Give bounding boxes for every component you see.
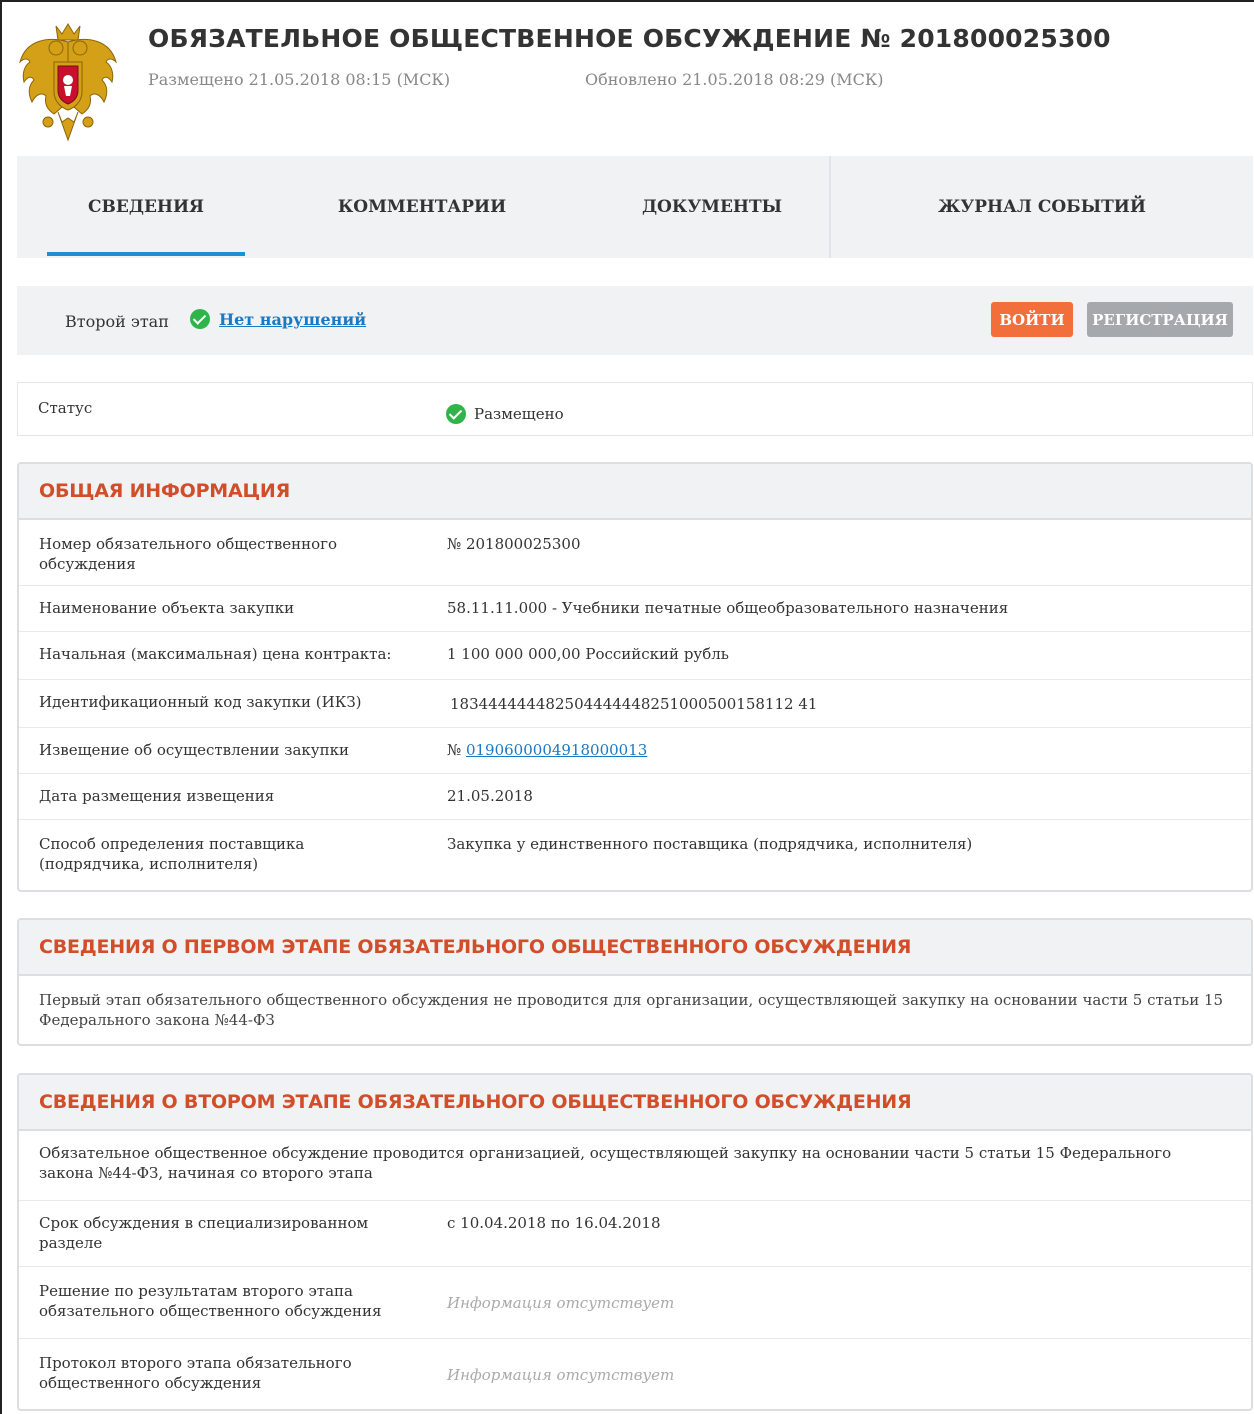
- posted-date: Размещено 21.05.2018 08:15 (МСК): [148, 70, 451, 89]
- info-label: Наименование объекта закупки: [39, 599, 295, 617]
- tab-documents[interactable]: ДОКУМЕНТЫ: [597, 156, 827, 258]
- info-value: Информация отсутствует: [447, 1366, 675, 1384]
- page-title: ОБЯЗАТЕЛЬНОЕ ОБЩЕСТВЕННОЕ ОБСУЖДЕНИЕ № 2…: [148, 24, 1111, 53]
- first-stage-text: Первый этап обязательного общественного …: [39, 991, 1224, 1029]
- info-row: Срок обсуждения в специализированном раз…: [19, 1201, 1251, 1267]
- panel-header: ОБЩАЯ ИНФОРМАЦИЯ: [19, 464, 1251, 520]
- info-row: Начальная (максимальная) цена контракта:…: [19, 632, 1251, 680]
- no-violations-link[interactable]: Нет нарушений: [219, 310, 366, 329]
- info-row: Номер обязательного общественного обсужд…: [19, 520, 1251, 586]
- tab-comments[interactable]: КОММЕНТАРИИ: [307, 156, 537, 258]
- info-label: Протокол второго этапа обязательного общ…: [39, 1354, 352, 1392]
- coat-of-arms-icon: [19, 23, 117, 142]
- info-label: Срок обсуждения в специализированном раз…: [39, 1214, 369, 1252]
- second-stage-text: Обязательное общественное обсуждение про…: [39, 1144, 1172, 1182]
- panel-title: ОБЩАЯ ИНФОРМАЦИЯ: [39, 480, 291, 502]
- login-button[interactable]: ВОЙТИ: [991, 302, 1073, 337]
- info-row: Идентификационный код закупки (ИКЗ) 1834…: [19, 680, 1251, 728]
- page-header: ОБЯЗАТЕЛЬНОЕ ОБЩЕСТВЕННОЕ ОБСУЖДЕНИЕ № 2…: [18, 22, 1238, 152]
- info-value: 58.11.11.000 - Учебники печатные общеобр…: [447, 599, 1009, 617]
- notice-link[interactable]: 0190600004918000013: [466, 741, 647, 759]
- panel-header: СВЕДЕНИЯ О ПЕРВОМ ЭТАПЕ ОБЯЗАТЕЛЬНОГО ОБ…: [19, 920, 1251, 976]
- info-value: 21.05.2018: [447, 787, 533, 805]
- info-label: Решение по результатам второго этапа обя…: [39, 1282, 382, 1320]
- info-label: Номер обязательного общественного обсужд…: [39, 535, 338, 573]
- info-row: Способ определения поставщика (подрядчик…: [19, 820, 1251, 886]
- check-circle-icon: [190, 309, 210, 329]
- info-row: Протокол второго этапа обязательного общ…: [19, 1339, 1251, 1409]
- panel-title: СВЕДЕНИЯ О ВТОРОМ ЭТАПЕ ОБЯЗАТЕЛЬНОГО ОБ…: [39, 1091, 912, 1113]
- stage-bar: Второй этап Нет нарушений ВОЙТИ РЕГИСТРА…: [17, 286, 1253, 355]
- info-row: Решение по результатам второго этапа обя…: [19, 1267, 1251, 1339]
- active-tab-indicator: [47, 252, 245, 256]
- status-label: Статус: [38, 399, 93, 417]
- info-label: Способ определения поставщика (подрядчик…: [39, 835, 305, 873]
- info-value: № 0190600004918000013: [447, 740, 647, 760]
- info-value: 1 100 000 000,00 Российский рубль: [447, 645, 729, 663]
- check-circle-icon: [446, 404, 466, 424]
- info-value: Информация отсутствует: [447, 1294, 675, 1312]
- stage-label: Второй этап: [65, 312, 169, 331]
- info-label: Извещение об осуществлении закупки: [39, 741, 349, 759]
- info-value: с 10.04.2018 по 16.04.2018: [447, 1214, 661, 1232]
- status-value: Размещено: [474, 405, 564, 423]
- info-value: 183444444482504444448251000500158112 41: [450, 695, 818, 713]
- info-row: Дата размещения извещения 21.05.2018: [19, 774, 1251, 820]
- tab-event-log[interactable]: ЖУРНАЛ СОБЫТИЙ: [829, 156, 1253, 258]
- notice-number-prefix: №: [447, 741, 466, 759]
- status-box: Статус Размещено: [17, 382, 1253, 436]
- general-info-panel: ОБЩАЯ ИНФОРМАЦИЯ Номер обязательного общ…: [17, 462, 1253, 892]
- updated-date: Обновлено 21.05.2018 08:29 (МСК): [585, 70, 884, 89]
- info-label: Начальная (максимальная) цена контракта:: [39, 645, 392, 663]
- info-value: № 201800025300: [447, 535, 581, 553]
- panel-title: СВЕДЕНИЯ О ПЕРВОМ ЭТАПЕ ОБЯЗАТЕЛЬНОГО ОБ…: [39, 936, 912, 958]
- info-label: Идентификационный код закупки (ИКЗ): [39, 693, 362, 711]
- panel-header: СВЕДЕНИЯ О ВТОРОМ ЭТАПЕ ОБЯЗАТЕЛЬНОГО ОБ…: [19, 1075, 1251, 1131]
- register-button[interactable]: РЕГИСТРАЦИЯ: [1087, 302, 1233, 337]
- tab-bar: СВЕДЕНИЯ КОММЕНТАРИИ ДОКУМЕНТЫ ЖУРНАЛ СО…: [17, 156, 1253, 258]
- info-row: Извещение об осуществлении закупки № 019…: [19, 728, 1251, 774]
- second-stage-panel: СВЕДЕНИЯ О ВТОРОМ ЭТАПЕ ОБЯЗАТЕЛЬНОГО ОБ…: [17, 1073, 1253, 1411]
- info-row: Обязательное общественное обсуждение про…: [19, 1131, 1251, 1201]
- info-row: Наименование объекта закупки 58.11.11.00…: [19, 586, 1251, 632]
- info-value: Закупка у единственного поставщика (подр…: [447, 835, 973, 853]
- first-stage-panel: СВЕДЕНИЯ О ПЕРВОМ ЭТАПЕ ОБЯЗАТЕЛЬНОГО ОБ…: [17, 918, 1253, 1046]
- info-label: Дата размещения извещения: [39, 787, 275, 805]
- tab-info[interactable]: СВЕДЕНИЯ: [47, 156, 245, 258]
